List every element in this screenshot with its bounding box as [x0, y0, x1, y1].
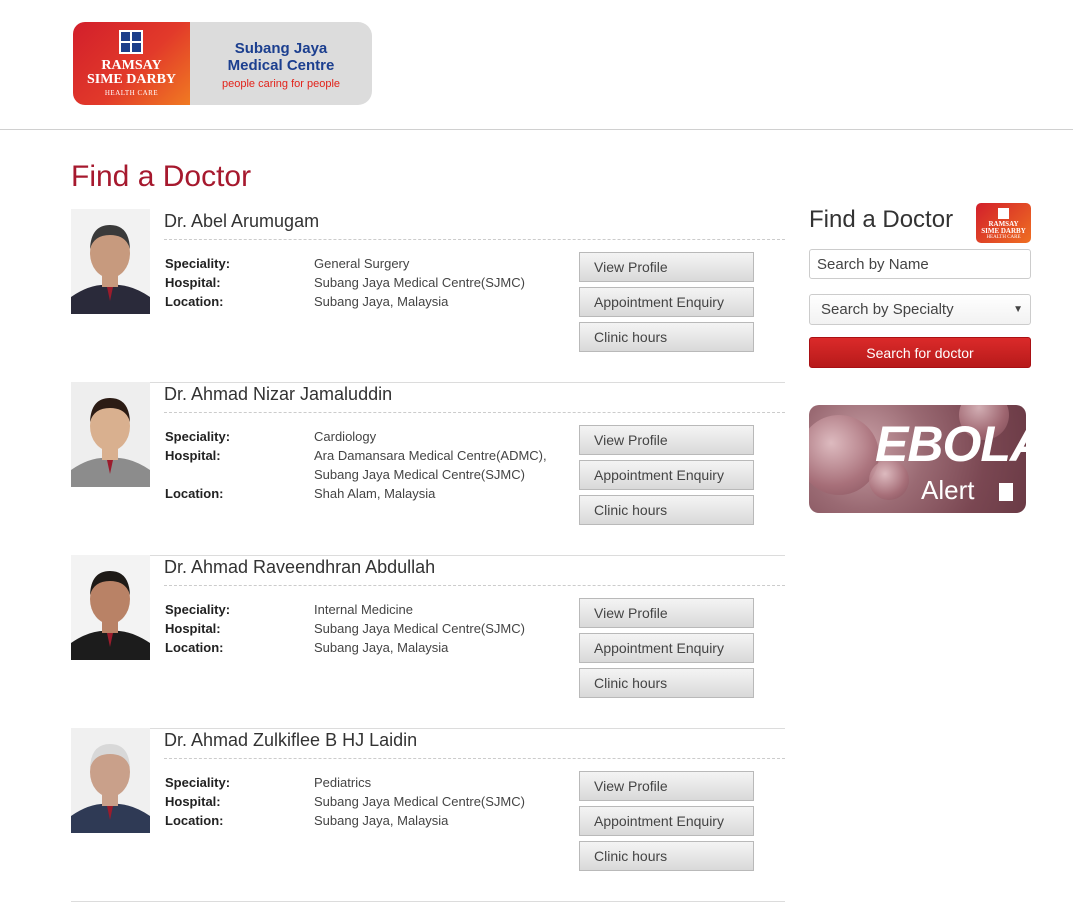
- doctor-info: Speciality: Pediatrics Hospital: Subang Jay…: [165, 773, 525, 830]
- doctor-photo[interactable]: [71, 209, 150, 314]
- doctor-hospital: Subang Jaya Medical Centre(SJMC): [314, 275, 525, 290]
- location-label: Location:: [165, 640, 224, 655]
- ebola-banner-subtitle: Alert: [921, 475, 975, 505]
- appointment-enquiry-button[interactable]: Appointment Enquiry: [579, 287, 754, 317]
- search-by-name-input[interactable]: [809, 249, 1031, 279]
- doctor-name[interactable]: Dr. Abel Arumugam: [164, 211, 785, 240]
- doctor-actions: View Profile Appointment Enquiry Clinic ho…: [579, 425, 754, 530]
- doctor-location: Subang Jaya, Malaysia: [314, 294, 449, 309]
- speciality-label: Speciality:: [165, 775, 231, 790]
- hospital-name-line2: Medical Centre: [227, 57, 335, 74]
- doctor-photo[interactable]: [71, 555, 150, 660]
- speciality-label: Speciality:: [165, 256, 231, 271]
- doctor-hospital: Subang Jaya Medical Centre(SJMC): [314, 794, 525, 809]
- doctor-location: Subang Jaya, Malaysia: [314, 813, 449, 828]
- site-header: RAMSAY SIME DARBY HEALTH CARE Subang Jay…: [0, 0, 1073, 130]
- doctor-hospital: Subang Jaya Medical Centre(SJMC): [314, 621, 525, 636]
- doctor-info: Speciality: General Surgery Hospital: Suban…: [165, 254, 525, 311]
- doctor-location: Subang Jaya, Malaysia: [314, 640, 449, 655]
- doctor-speciality: General Surgery: [314, 256, 410, 271]
- appointment-enquiry-button[interactable]: Appointment Enquiry: [579, 806, 754, 836]
- clinic-hours-button[interactable]: Clinic hours: [579, 841, 754, 871]
- doctor-hospital: Ara Damansara Medical Centre(ADMC),: [314, 448, 547, 463]
- hospital-logo[interactable]: RAMSAY SIME DARBY HEALTH CARE Subang Jay…: [73, 22, 372, 105]
- appointment-enquiry-button[interactable]: Appointment Enquiry: [579, 633, 754, 663]
- ramsay-sime-darby-logo: RAMSAY SIME DARBY HEALTH CARE: [73, 22, 190, 105]
- doctor-entry: Dr. Ahmad Nizar Jamaluddin Speciality: Car…: [71, 382, 785, 556]
- sidebar-logo-line3: HEALTH CARE: [986, 235, 1021, 240]
- hospital-label: Hospital:: [165, 794, 221, 809]
- clinic-hours-button[interactable]: Clinic hours: [579, 495, 754, 525]
- doctor-speciality: Pediatrics: [314, 775, 372, 790]
- view-profile-button[interactable]: View Profile: [579, 425, 754, 455]
- doctor-photo[interactable]: [71, 382, 150, 487]
- sidebar-brand-logo: RAMSAY SIME DARBY HEALTH CARE: [976, 203, 1031, 243]
- logo-mark-icon: [119, 30, 143, 54]
- view-profile-button[interactable]: View Profile: [579, 252, 754, 282]
- location-label: Location:: [165, 813, 224, 828]
- doctor-name[interactable]: Dr. Ahmad Zulkiflee B HJ Laidin: [164, 730, 785, 759]
- doctor-photo[interactable]: [71, 728, 150, 833]
- speciality-label: Speciality:: [165, 429, 231, 444]
- hospital-label: Hospital:: [165, 621, 221, 636]
- hospital-label: Hospital:: [165, 275, 221, 290]
- logo-text-line1: RAMSAY: [101, 58, 162, 73]
- doctor-location: Shah Alam, Malaysia: [314, 486, 436, 501]
- doctor-name[interactable]: Dr. Ahmad Raveendhran Abdullah: [164, 557, 785, 586]
- ebola-alert-banner[interactable]: EBOLA Alert: [809, 405, 1026, 513]
- page-title: Find a Doctor: [71, 160, 252, 193]
- doctor-entry: Dr. Ahmad Raveendhran Abdullah Speciality…: [71, 555, 785, 729]
- doctor-actions: View Profile Appointment Enquiry Clinic ho…: [579, 598, 754, 703]
- clinic-hours-button[interactable]: Clinic hours: [579, 668, 754, 698]
- view-profile-button[interactable]: View Profile: [579, 598, 754, 628]
- logo-text-line2: SIME DARBY: [86, 72, 177, 87]
- ebola-banner-title: EBOLA: [875, 416, 1026, 472]
- clinic-hours-button[interactable]: Clinic hours: [579, 322, 754, 352]
- banner-decor-square: [999, 483, 1013, 501]
- dropdown-arrow-icon: ▼: [1013, 304, 1023, 315]
- specialty-select[interactable]: Search by Specialty ▼: [809, 294, 1031, 325]
- doctor-actions: View Profile Appointment Enquiry Clinic ho…: [579, 252, 754, 357]
- logo-mark-icon: [998, 208, 1009, 219]
- view-profile-button[interactable]: View Profile: [579, 771, 754, 801]
- hospital-tagline: people caring for people: [221, 78, 341, 90]
- doctor-entry: Dr. Ahmad Zulkiflee B HJ Laidin Specialit…: [71, 728, 785, 902]
- hospital-name-line1: Subang Jaya: [234, 40, 328, 57]
- doctor-speciality: Internal Medicine: [314, 602, 413, 617]
- location-label: Location:: [165, 294, 224, 309]
- hospital-label: Hospital:: [165, 448, 221, 463]
- hospital-name-block: Subang Jaya Medical Centre people caring…: [190, 22, 372, 105]
- doctor-actions: View Profile Appointment Enquiry Clinic ho…: [579, 771, 754, 876]
- location-label: Location:: [165, 486, 224, 501]
- sidebar-title: Find a Doctor: [809, 206, 954, 233]
- doctor-speciality: Cardiology: [314, 429, 377, 444]
- appointment-enquiry-button[interactable]: Appointment Enquiry: [579, 460, 754, 490]
- logo-text-line3: HEALTH CARE: [104, 89, 159, 97]
- doctor-entry: Dr. Abel Arumugam Speciality: General Surg…: [71, 209, 785, 383]
- speciality-label: Speciality:: [165, 602, 231, 617]
- doctor-hospital: Subang Jaya Medical Centre(SJMC): [314, 467, 525, 482]
- search-for-doctor-button[interactable]: Search for doctor: [809, 337, 1031, 368]
- doctor-info: Speciality: Cardiology Hospital: Ara Damans…: [165, 427, 547, 503]
- specialty-select-value: Search by Specialty: [821, 301, 954, 318]
- doctor-info: Speciality: Internal Medicine Hospital: Sub…: [165, 600, 525, 657]
- doctor-name[interactable]: Dr. Ahmad Nizar Jamaluddin: [164, 384, 785, 413]
